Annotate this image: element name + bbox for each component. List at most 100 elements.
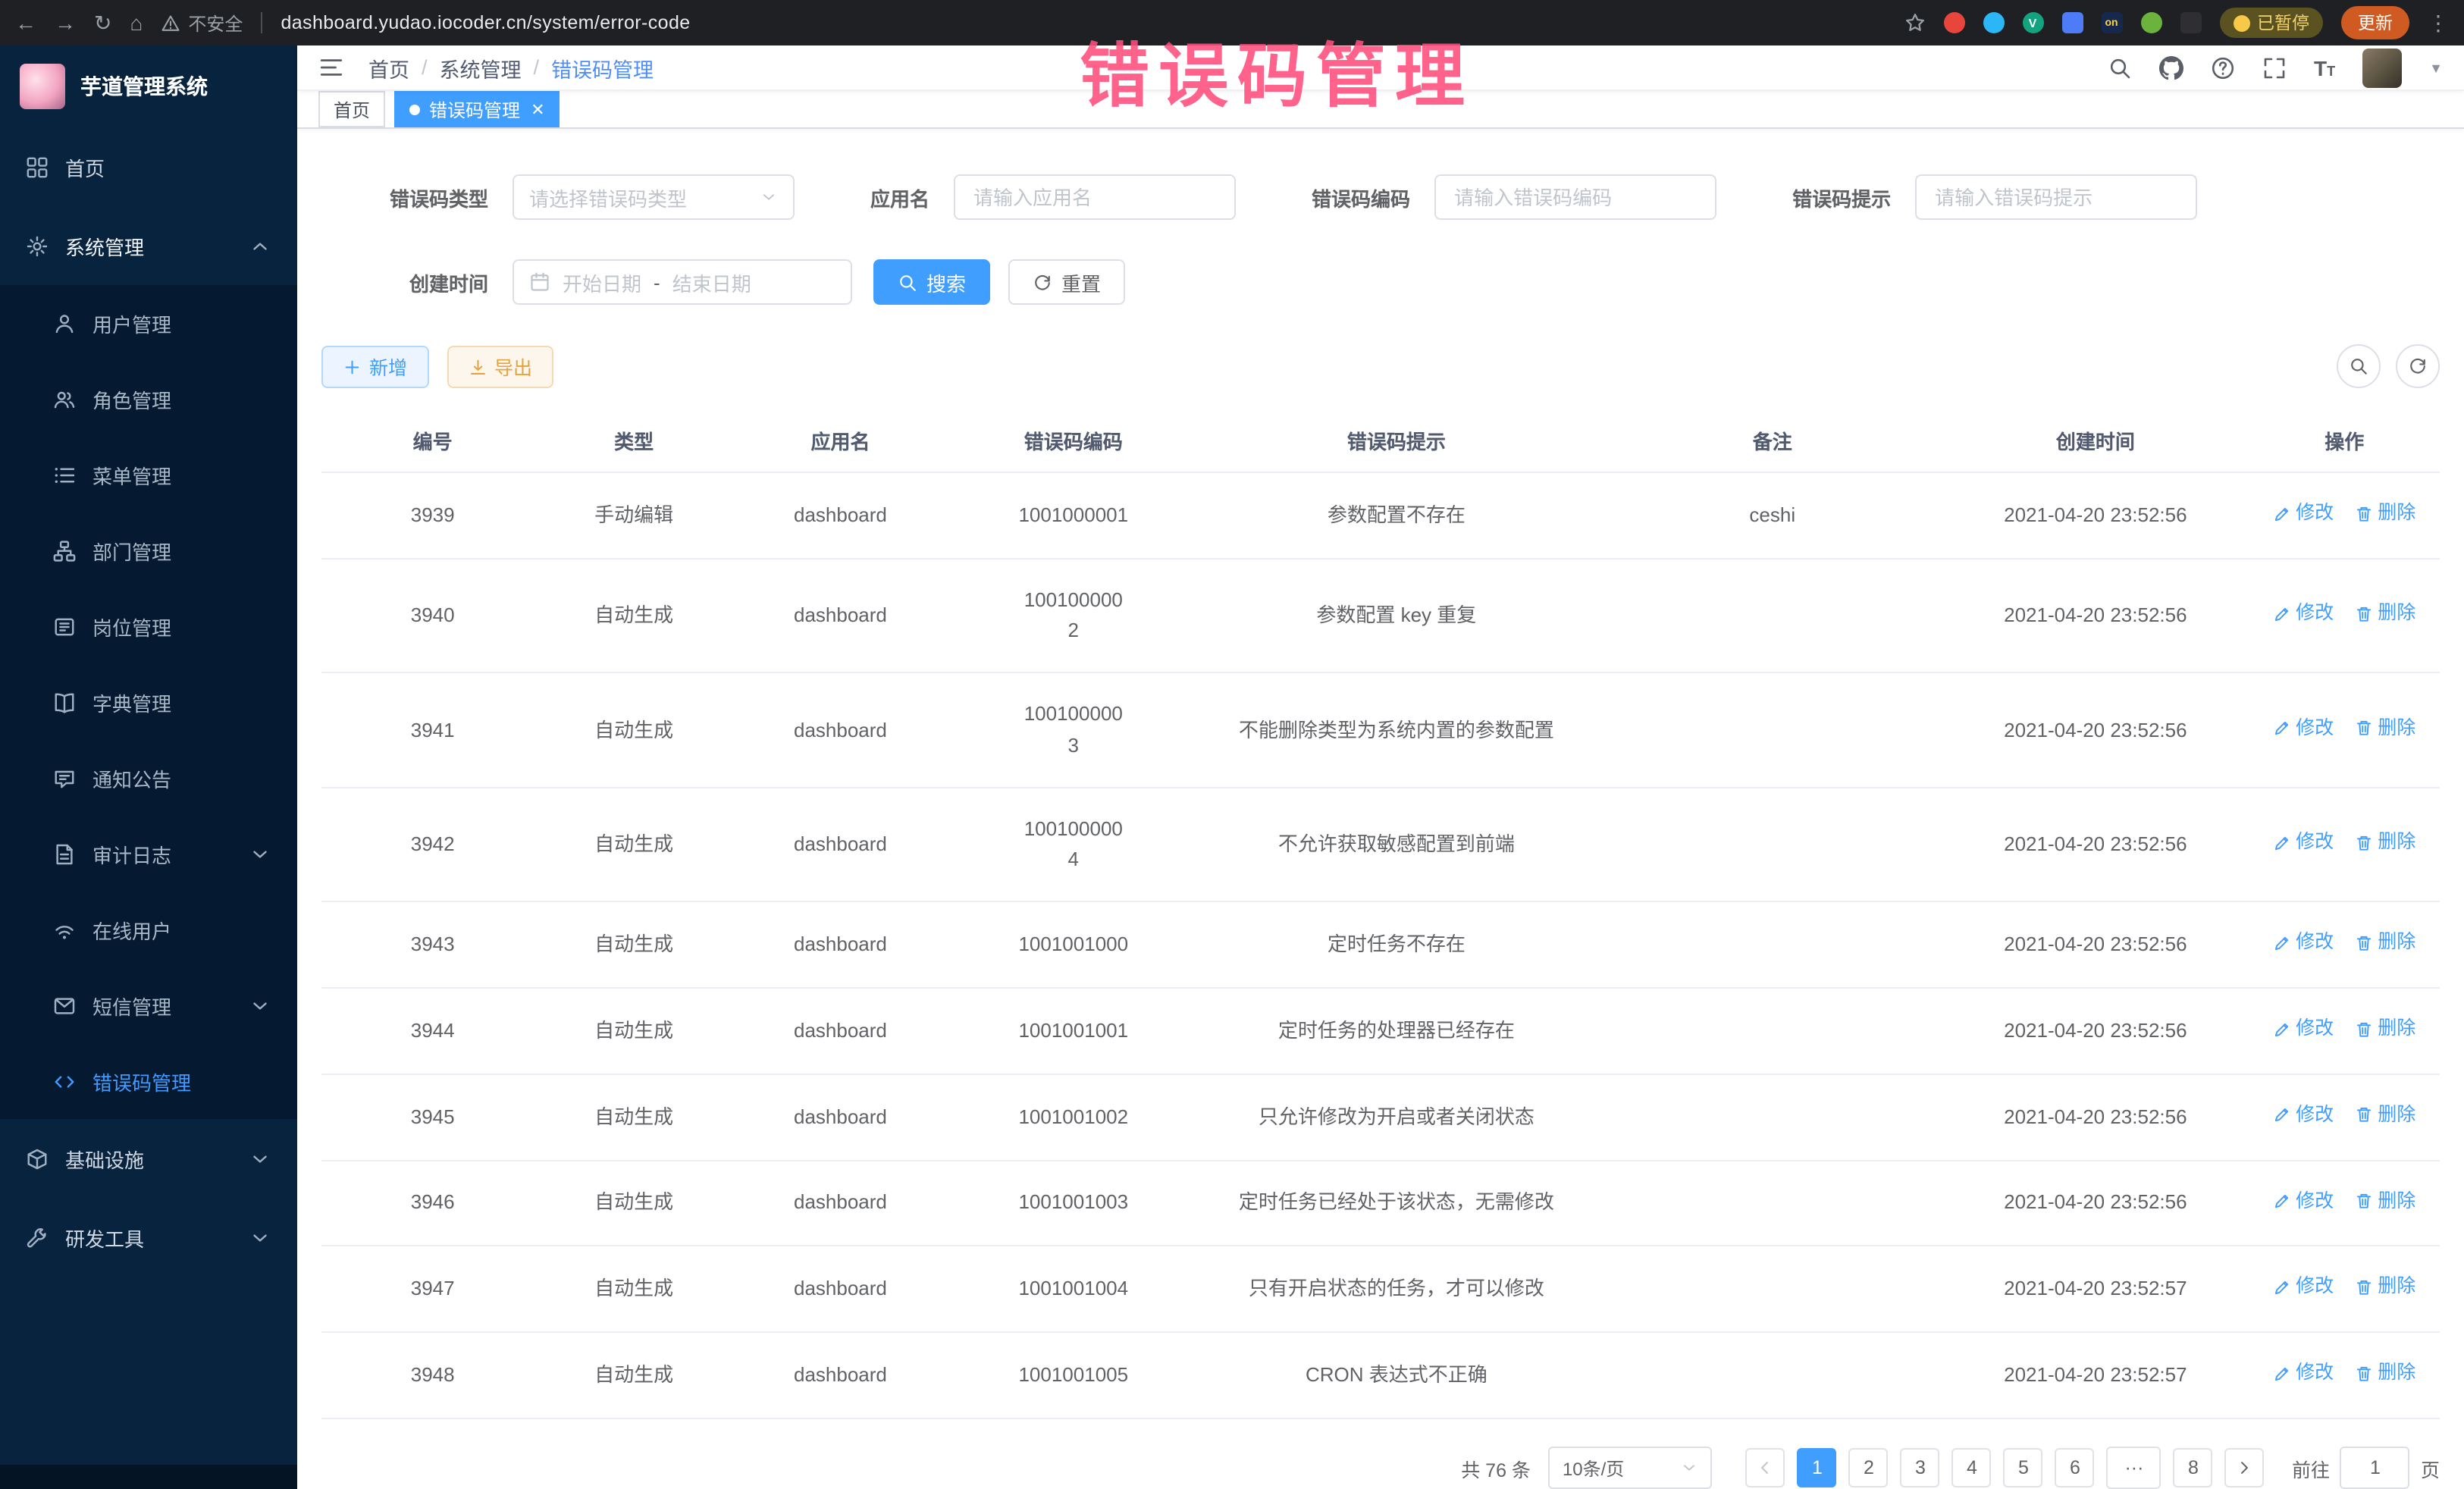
edit-link[interactable]: 修改 bbox=[2273, 928, 2334, 958]
app-name-input[interactable] bbox=[970, 185, 1219, 211]
delete-icon bbox=[2355, 1106, 2373, 1124]
sidebar-item-错误码管理[interactable]: 错误码管理 bbox=[0, 1043, 297, 1119]
next-page-button[interactable] bbox=[2225, 1448, 2265, 1487]
edit-link[interactable]: 修改 bbox=[2273, 713, 2334, 743]
browser-menu-icon[interactable]: ⋮ bbox=[2428, 10, 2449, 36]
delete-link[interactable]: 删除 bbox=[2355, 1014, 2415, 1044]
sidebar-item-系统管理[interactable]: 系统管理 bbox=[0, 206, 297, 285]
reload-icon[interactable]: ↻ bbox=[94, 10, 111, 36]
edit-link[interactable]: 修改 bbox=[2273, 500, 2334, 529]
font-size-icon[interactable]: TT bbox=[2314, 55, 2335, 80]
delete-link[interactable]: 删除 bbox=[2355, 1359, 2415, 1388]
paused-badge[interactable]: 已暂停 bbox=[2219, 8, 2323, 38]
tab-close-icon[interactable]: ✕ bbox=[531, 100, 544, 120]
avatar-caret-down-icon[interactable]: ▼ bbox=[2429, 60, 2443, 75]
fullscreen-icon[interactable] bbox=[2262, 55, 2287, 80]
extension-icon-red[interactable] bbox=[1943, 12, 1964, 33]
sidebar-collapse-bar[interactable] bbox=[0, 1465, 297, 1489]
page-button-4[interactable]: 4 bbox=[1952, 1448, 1992, 1487]
delete-link[interactable]: 删除 bbox=[2355, 828, 2415, 857]
help-icon[interactable] bbox=[2211, 55, 2235, 80]
error-code-input[interactable] bbox=[1451, 185, 1700, 211]
bookmark-star-icon[interactable] bbox=[1904, 12, 1925, 33]
sidebar-item-通知公告[interactable]: 通知公告 bbox=[0, 740, 297, 816]
page-button-2[interactable]: 2 bbox=[1849, 1448, 1889, 1487]
delete-link[interactable]: 删除 bbox=[2355, 500, 2415, 529]
sidebar-item-研发工具[interactable]: 研发工具 bbox=[0, 1198, 297, 1277]
cell-id: 3940 bbox=[321, 559, 544, 673]
extension-icon-grid[interactable] bbox=[2061, 12, 2083, 33]
delete-link[interactable]: 删除 bbox=[2355, 713, 2415, 743]
error-hint-input[interactable] bbox=[1932, 185, 2180, 211]
cell-app: dashboard bbox=[724, 1332, 957, 1418]
export-button[interactable]: 导出 bbox=[447, 346, 553, 388]
page-button-6[interactable]: 6 bbox=[2055, 1448, 2095, 1487]
sidebar-item-菜单管理[interactable]: 菜单管理 bbox=[0, 437, 297, 513]
page-button-8[interactable]: 8 bbox=[2174, 1448, 2213, 1487]
edit-link[interactable]: 修改 bbox=[2273, 1014, 2334, 1044]
cell-hint: 定时任务不存在 bbox=[1190, 901, 1603, 988]
edit-link[interactable]: 修改 bbox=[2273, 1273, 2334, 1302]
cell-remark bbox=[1603, 901, 1942, 988]
breadcrumb-home[interactable]: 首页 bbox=[368, 52, 409, 83]
breadcrumb-system[interactable]: 系统管理 bbox=[440, 52, 522, 83]
forward-icon[interactable]: → bbox=[55, 11, 76, 35]
sidebar-item-部门管理[interactable]: 部门管理 bbox=[0, 513, 297, 588]
page-button-1[interactable]: 1 bbox=[1798, 1448, 1837, 1487]
header-search-icon[interactable] bbox=[2108, 55, 2132, 80]
app-logo[interactable]: 芋道管理系统 bbox=[0, 45, 297, 127]
sidebar-item-角色管理[interactable]: 角色管理 bbox=[0, 361, 297, 437]
date-range-picker[interactable]: 开始日期 - 结束日期 bbox=[513, 260, 852, 306]
search-button[interactable]: 搜索 bbox=[873, 260, 990, 306]
cell-hint: 参数配置 key 重复 bbox=[1190, 559, 1603, 673]
extension-icon-on[interactable]: on bbox=[2101, 12, 2122, 33]
delete-link[interactable]: 删除 bbox=[2355, 1273, 2415, 1302]
extension-icon-green[interactable]: V bbox=[2022, 12, 2043, 33]
back-icon[interactable]: ← bbox=[15, 11, 36, 35]
pagination: 共 76 条 10条/页 123456···8 前往 页 bbox=[321, 1447, 2440, 1489]
table-row: 3945自动生成dashboard1001001002只允许修改为开启或者关闭状… bbox=[321, 1074, 2440, 1160]
page-size-select[interactable]: 10条/页 bbox=[1549, 1447, 1713, 1489]
reset-button[interactable]: 重置 bbox=[1008, 260, 1125, 306]
extension-icon-leaf[interactable] bbox=[2140, 12, 2161, 33]
goto-page-input[interactable] bbox=[2340, 1447, 2410, 1489]
sidebar-item-字典管理[interactable]: 字典管理 bbox=[0, 664, 297, 740]
extensions-pin-icon[interactable] bbox=[2180, 12, 2201, 33]
sidebar-item-首页[interactable]: 首页 bbox=[0, 127, 297, 206]
delete-link[interactable]: 删除 bbox=[2355, 1186, 2415, 1216]
tab-home[interactable]: 首页 bbox=[318, 92, 385, 128]
sidebar-item-岗位管理[interactable]: 岗位管理 bbox=[0, 588, 297, 664]
sidebar-item-审计日志[interactable]: 审计日志 bbox=[0, 816, 297, 892]
refresh-table-button[interactable] bbox=[2396, 345, 2440, 389]
page-button-5[interactable]: 5 bbox=[2004, 1448, 2043, 1487]
sidebar-item-在线用户[interactable]: 在线用户 bbox=[0, 892, 297, 967]
sidebar-item-基础设施[interactable]: 基础设施 bbox=[0, 1119, 297, 1198]
user-avatar[interactable] bbox=[2362, 48, 2402, 87]
column-header: 备注 bbox=[1603, 410, 1942, 473]
add-button[interactable]: 新增 bbox=[321, 346, 428, 388]
sidebar-item-短信管理[interactable]: 短信管理 bbox=[0, 967, 297, 1043]
delete-link[interactable]: 删除 bbox=[2355, 1100, 2415, 1130]
address-bar[interactable]: dashboard.yudao.iocoder.cn/system/error-… bbox=[281, 12, 690, 33]
delete-link[interactable]: 删除 bbox=[2355, 928, 2415, 958]
extension-icon-teal[interactable] bbox=[1983, 12, 2004, 33]
cell-actions: 修改删除 bbox=[2249, 1074, 2440, 1160]
home-icon[interactable]: ⌂ bbox=[130, 11, 143, 35]
edit-link[interactable]: 修改 bbox=[2273, 600, 2334, 629]
edit-link[interactable]: 修改 bbox=[2273, 1100, 2334, 1130]
edit-link[interactable]: 修改 bbox=[2273, 1186, 2334, 1216]
delete-link[interactable]: 删除 bbox=[2355, 600, 2415, 629]
browser-update-button[interactable]: 更新 bbox=[2341, 6, 2409, 39]
sidebar-toggle-icon[interactable] bbox=[318, 55, 344, 80]
tab-error-code[interactable]: 错误码管理 ✕ bbox=[394, 92, 560, 128]
page-ellipsis[interactable]: ··· bbox=[2107, 1447, 2161, 1489]
site-security[interactable]: 不安全 bbox=[161, 10, 243, 36]
page-button-3[interactable]: 3 bbox=[1901, 1448, 1940, 1487]
error-type-select[interactable]: 请选择错误码类型 bbox=[513, 175, 795, 221]
toggle-search-button[interactable] bbox=[2337, 345, 2381, 389]
edit-link[interactable]: 修改 bbox=[2273, 1359, 2334, 1388]
sidebar-item-用户管理[interactable]: 用户管理 bbox=[0, 285, 297, 361]
edit-link[interactable]: 修改 bbox=[2273, 828, 2334, 857]
github-icon[interactable] bbox=[2159, 55, 2183, 80]
prev-page-button[interactable] bbox=[1746, 1448, 1785, 1487]
